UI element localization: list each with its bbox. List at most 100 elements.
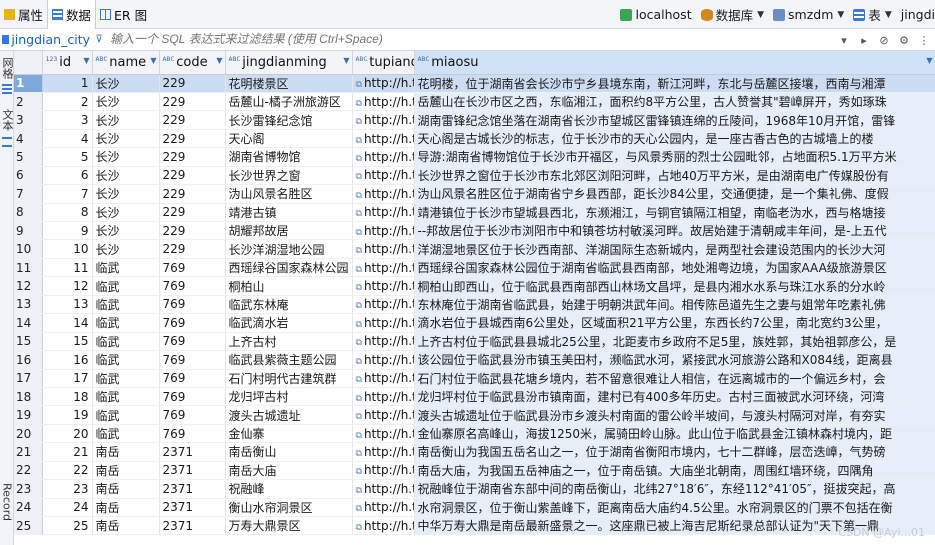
cell-miaosu[interactable]: 沩山风景名胜区位于湖南省宁乡县西部，距长沙84公里，交通便捷，是一个集礼佛、度假	[414, 184, 935, 204]
cell-jingdianming[interactable]: 南岳大庙	[225, 461, 353, 481]
table-row[interactable]: 11 11 临武 769 西瑶绿谷国家森林公园 ⧉ http://h.t 西瑶绿谷国家森林公园…	[14, 258, 935, 278]
row-number-cell[interactable]: 19	[14, 405, 43, 425]
cell-id[interactable]: 20	[42, 424, 93, 444]
tab-data[interactable]: 数据	[47, 0, 97, 29]
cell-name[interactable]: 长沙	[92, 166, 160, 186]
cell-tupiandi[interactable]: ⧉ http://h.t	[352, 239, 415, 259]
cell-tupiandi[interactable]: ⧉ http://h.t	[352, 369, 415, 388]
cell-name[interactable]: 长沙	[92, 147, 160, 167]
cell-id[interactable]: 6	[42, 166, 93, 186]
cell-tupiandi[interactable]: ⧉ http://h.t	[352, 424, 415, 444]
cell-code[interactable]: 229	[159, 184, 226, 204]
cell-tupiandi[interactable]: ⧉ http://h.t	[352, 405, 415, 425]
cell-jingdianming[interactable]: 长沙世界之窗	[225, 166, 353, 186]
cell-tupiandi[interactable]: ⧉ http://h.t	[352, 516, 415, 536]
cell-id[interactable]: 16	[42, 350, 93, 370]
table-row[interactable]: 13 13 临武 769 临武东林庵 ⧉ http://h.t 东林庵位于湖南省临武县，始建于…	[14, 295, 935, 315]
cell-code[interactable]: 229	[159, 92, 226, 112]
table-row[interactable]: 7 7 长沙 229 沩山风景名胜区 ⧉ http://h.t 沩山风景名胜区位于湖南省宁乡县…	[14, 184, 935, 204]
sort-filter-icon[interactable]: ▼	[343, 56, 349, 65]
cell-miaosu[interactable]: 洋湖湿地景区位于长沙西南部、洋湖国际生态新城内，是两型社会建设范围内的长沙大河	[414, 239, 935, 259]
cell-miaosu[interactable]: 金仙寨原名高峰山，海拔1250米，属骑田岭山脉。此山位于临武县金江镇林森村境内，…	[414, 424, 935, 444]
cell-id[interactable]: 25	[42, 516, 93, 536]
table-row[interactable]: 25 25 南岳 2371 万寿大鼎景区 ⧉ http://h.t 中华万寿大鼎是南岳最新盛景…	[14, 516, 935, 536]
cell-name[interactable]: 长沙	[92, 239, 160, 259]
cell-code[interactable]: 2371	[159, 516, 226, 536]
sort-filter-icon[interactable]: ▼	[150, 56, 156, 65]
cell-id[interactable]: 2	[42, 92, 93, 112]
table-row[interactable]: 1 1 长沙 229 花明楼景区 ⧉ http://h.t 花明楼，位于湖南省会长沙市宁乡县境…	[14, 74, 935, 93]
cell-id[interactable]: 21	[42, 442, 93, 462]
row-number-cell[interactable]: 12	[14, 276, 43, 296]
row-number-cell[interactable]: 11	[14, 258, 43, 278]
cell-id[interactable]: 10	[42, 239, 93, 259]
table-row[interactable]: 3 3 长沙 229 长沙雷锋纪念馆 ⧉ http://h.t 湖南雷锋纪念馆坐落在湖南省长沙…	[14, 110, 935, 130]
cell-jingdianming[interactable]: 龙归坪古村	[225, 387, 353, 407]
cell-id[interactable]: 1	[42, 74, 93, 93]
cell-id[interactable]: 14	[42, 313, 93, 333]
database-selector[interactable]: 数据库 ▼	[700, 5, 764, 24]
cell-miaosu[interactable]: 东林庵位于湖南省临武县，始建于明朝洪武年间。相传陈邑道先生之妻与姐常年吃素礼佛	[414, 295, 935, 315]
cell-tupiandi[interactable]: ⧉ http://h.t	[352, 258, 415, 278]
cell-name[interactable]: 临武	[92, 332, 160, 352]
row-number-cell[interactable]: 7	[14, 184, 43, 204]
row-number-cell[interactable]: 15	[14, 332, 43, 352]
table-selector[interactable]: 表 ▼	[853, 5, 892, 24]
row-number-cell[interactable]: 8	[14, 203, 43, 223]
cell-miaosu[interactable]: 西瑶绿谷国家森林公园位于湖南省临武县西南部，地处湘粤边境，为国家AAA级旅游景区	[414, 258, 935, 278]
row-number-cell[interactable]: 1	[14, 74, 43, 93]
cell-id[interactable]: 3	[42, 110, 93, 130]
table-row[interactable]: 15 15 临武 769 上齐古村 ⧉ http://h.t 上齐古村位于临武县县城北25公里…	[14, 332, 935, 352]
cell-miaosu[interactable]: 水帘洞景区，位于衡山紫盖峰下，距离南岳大庙约4.5公里。水帘洞景区的门票不包括在…	[414, 498, 935, 518]
cell-name[interactable]: 临武	[92, 276, 160, 296]
row-number-cell[interactable]: 4	[14, 129, 43, 149]
cell-code[interactable]: 229	[159, 221, 226, 241]
row-number-header[interactable]	[14, 51, 43, 75]
cell-name[interactable]: 南岳	[92, 516, 160, 536]
cell-code[interactable]: 229	[159, 129, 226, 149]
table-row[interactable]: 2 2 长沙 229 岳麓山-橘子洲旅游区 ⧉ http://h.t 岳麓山在长沙市区之西，东…	[14, 92, 935, 112]
column-header-miaosu[interactable]: ABC miaosu ▼	[414, 51, 935, 75]
table-row[interactable]: 6 6 长沙 229 长沙世界之窗 ⧉ http://h.t 长沙世界之窗位于长沙市东北郊区浏…	[14, 166, 935, 186]
cell-code[interactable]: 229	[159, 147, 226, 167]
cell-miaosu[interactable]: 该公园位于临武县汾市镇玉美田村，濒临武水河，紧接武水河旅游公路和X084线，距离…	[414, 350, 935, 370]
row-number-cell[interactable]: 18	[14, 387, 43, 407]
table-row[interactable]: 12 12 临武 769 桐柏山 ⧉ http://h.t 桐柏山即西山，位于临武县西南部西山…	[14, 276, 935, 296]
cell-id[interactable]: 12	[42, 276, 93, 296]
cell-miaosu[interactable]: 滴水岩位于县城西南6公里处，区域面积21平方公里，东西长约7公里，南北宽约3公里…	[414, 313, 935, 333]
table-row[interactable]: 21 21 南岳 2371 南岳衡山 ⧉ http://h.t 南岳衡山为我国五岳名山之一，位…	[14, 442, 935, 462]
cell-jingdianming[interactable]: 花明楼景区	[225, 74, 353, 93]
cell-id[interactable]: 9	[42, 221, 93, 241]
cell-name[interactable]: 长沙	[92, 129, 160, 149]
cell-tupiandi[interactable]: ⧉ http://h.t	[352, 74, 415, 93]
cell-tupiandi[interactable]: ⧉ http://h.t	[352, 387, 415, 407]
cell-name[interactable]: 南岳	[92, 461, 160, 481]
schema-selector[interactable]: smzdm ▼	[773, 7, 844, 22]
cell-tupiandi[interactable]: ⧉ http://h.t	[352, 313, 415, 333]
cell-code[interactable]: 2371	[159, 479, 226, 499]
cell-tupiandi[interactable]: ⧉ http://h.t	[352, 350, 415, 370]
table-row[interactable]: 23 23 南岳 2371 祝融峰 ⧉ http://h.t 祝融峰位于湖南省东部中间的南岳衡…	[14, 479, 935, 499]
cell-code[interactable]: 229	[159, 166, 226, 186]
row-number-cell[interactable]: 21	[14, 442, 43, 462]
table-row[interactable]: 24 24 南岳 2371 衡山水帘洞景区 ⧉ http://h.t 水帘洞景区，位于衡山紫盖…	[14, 498, 935, 518]
table-row[interactable]: 10 10 长沙 229 长沙洋湖湿地公园 ⧉ http://h.t 洋湖湿地景区位于长沙西南…	[14, 239, 935, 259]
cell-id[interactable]: 4	[42, 129, 93, 149]
cell-id[interactable]: 19	[42, 405, 93, 425]
cell-miaosu[interactable]: 花明楼，位于湖南省会长沙市宁乡县境东南，靳江河畔，东北与岳麓区接壤，西南与湘潭	[414, 74, 935, 93]
cell-name[interactable]: 临武	[92, 405, 160, 425]
cell-code[interactable]: 2371	[159, 498, 226, 518]
cell-id[interactable]: 15	[42, 332, 93, 352]
cell-jingdianming[interactable]: 上齐古村	[225, 332, 353, 352]
cell-jingdianming[interactable]: 湖南省博物馆	[225, 147, 353, 167]
cell-jingdianming[interactable]: 金仙寨	[225, 424, 353, 444]
cell-name[interactable]: 临武	[92, 369, 160, 388]
cell-code[interactable]: 769	[159, 424, 226, 444]
cell-name[interactable]: 临武	[92, 387, 160, 407]
cell-jingdianming[interactable]: 胡耀邦故居	[225, 221, 353, 241]
cell-id[interactable]: 11	[42, 258, 93, 278]
cell-jingdianming[interactable]: 万寿大鼎景区	[225, 516, 353, 536]
cell-name[interactable]: 长沙	[92, 92, 160, 112]
cell-code[interactable]: 229	[159, 203, 226, 223]
cell-name[interactable]: 临武	[92, 295, 160, 315]
